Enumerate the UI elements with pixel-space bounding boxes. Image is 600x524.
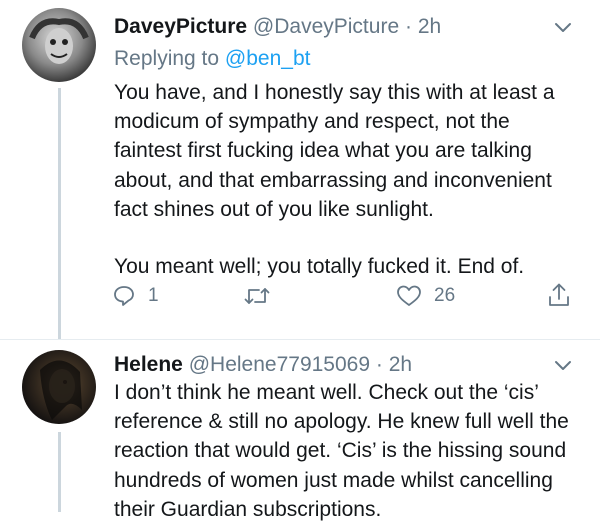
reply-button[interactable]: 1 bbox=[112, 284, 159, 308]
tweet-header: DaveyPicture @DaveyPicture · 2h bbox=[114, 14, 441, 40]
heart-icon bbox=[397, 285, 421, 306]
separator: · bbox=[404, 15, 412, 38]
avatar-image bbox=[40, 360, 82, 420]
reply-count: 1 bbox=[148, 285, 159, 306]
retweet-button[interactable] bbox=[244, 286, 270, 306]
timestamp[interactable]: 2h bbox=[389, 353, 412, 376]
thread-line bbox=[58, 432, 61, 512]
tweet-paragraph: You have, and I honestly say this with a… bbox=[114, 81, 555, 221]
tweet[interactable]: DaveyPicture @DaveyPicture · 2h Replying… bbox=[0, 0, 600, 340]
display-name[interactable]: DaveyPicture bbox=[114, 15, 247, 38]
tweet-paragraph: I don’t think he meant well. Check out t… bbox=[114, 381, 569, 521]
share-icon bbox=[549, 283, 569, 306]
avatar[interactable] bbox=[22, 350, 96, 424]
like-count: 26 bbox=[434, 285, 456, 306]
like-button[interactable]: 26 bbox=[396, 284, 455, 308]
retweet-icon bbox=[244, 288, 270, 304]
handle[interactable]: @Helene77915069 bbox=[189, 353, 370, 376]
tweet-text: I don’t think he meant well. Check out t… bbox=[114, 378, 582, 524]
tweet-header: Helene @Helene77915069 · 2h bbox=[114, 352, 412, 378]
share-button[interactable] bbox=[547, 282, 571, 308]
tweet-actions: 1 26 bbox=[0, 280, 600, 316]
tweet-text: You have, and I honestly say this with a… bbox=[114, 78, 582, 281]
avatar[interactable] bbox=[22, 8, 96, 82]
replying-label: Replying to bbox=[114, 47, 220, 70]
replying-to: Replying to @ben_bt bbox=[114, 46, 310, 72]
display-name[interactable]: Helene bbox=[114, 353, 183, 376]
tweet[interactable]: Helene @Helene77915069 · 2h I don’t thin… bbox=[0, 340, 600, 521]
separator: · bbox=[375, 353, 383, 376]
tweet-paragraph: You meant well; you totally fucked it. E… bbox=[114, 255, 525, 279]
chevron-down-icon[interactable] bbox=[554, 360, 572, 372]
handle[interactable]: @DaveyPicture bbox=[253, 15, 399, 38]
timestamp[interactable]: 2h bbox=[418, 15, 441, 38]
replying-handle-link[interactable]: @ben_bt bbox=[225, 47, 311, 70]
reply-icon bbox=[114, 286, 134, 306]
avatar-image bbox=[29, 18, 89, 64]
chevron-down-icon[interactable] bbox=[554, 22, 572, 34]
